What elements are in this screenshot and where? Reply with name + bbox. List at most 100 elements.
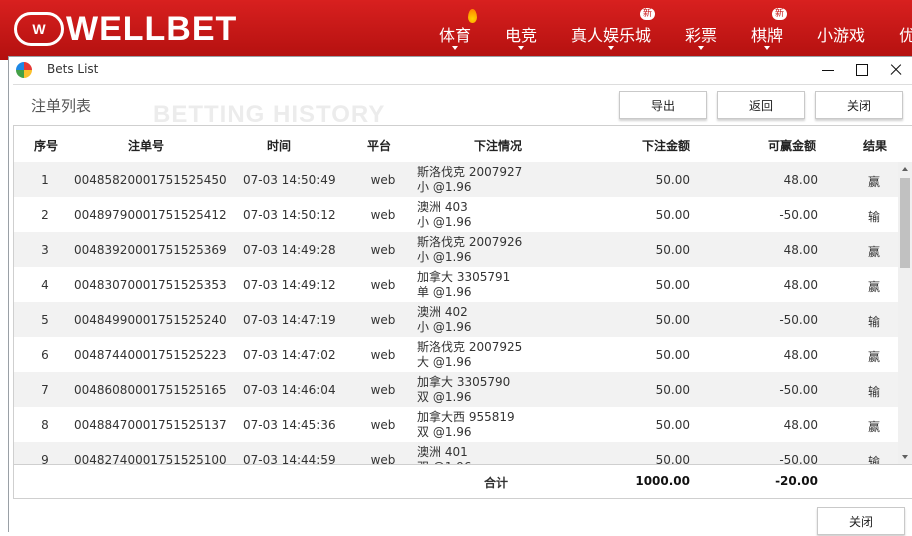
col-amount: 下注金额: [642, 139, 691, 153]
cell-result: 赢: [867, 175, 880, 189]
nav-live-casino[interactable]: 真人娱乐城 新: [571, 8, 656, 50]
cell-platform: web: [370, 243, 396, 257]
scroll-up-icon[interactable]: [902, 167, 908, 171]
cell-result: 赢: [867, 350, 880, 364]
cell-bet-id: 00484990001751525240: [74, 313, 227, 327]
app-color-wheel-icon: [16, 62, 32, 78]
total-label: 合计: [484, 476, 509, 490]
bets-table: 序号 注单号 时间 平台 下注情况 下注金额 可赢金额 结果 1 00485820…: [13, 125, 912, 499]
cell-detail: 澳洲 402 小 @1.96: [417, 305, 472, 335]
cell-amount: 50.00: [655, 383, 690, 397]
table-row[interactable]: 8 00488470001751525137 07-03 14:45:36 web 50…: [14, 407, 898, 442]
scroll-thumb[interactable]: [900, 178, 910, 268]
nav-mini-games[interactable]: 小游戏: [817, 22, 865, 46]
cell-detail: 斯洛伐克 2007925 大 @1.96: [417, 340, 522, 370]
minimize-icon[interactable]: [813, 59, 843, 81]
table-row[interactable]: 6 00487440001751525223 07-03 14:47:02 web 50…: [14, 337, 898, 372]
nav-label: 小游戏: [817, 26, 866, 45]
nav-label: 真人娱乐城: [571, 26, 652, 45]
bets-list-window: Bets List 注单列表 BETTING HISTORY 导出 返回 关闭 …: [8, 56, 912, 535]
table-body[interactable]: 1 00485820001751525450 07-03 14:50:49 web 50…: [14, 162, 898, 464]
close-button[interactable]: 关闭: [815, 91, 903, 119]
detail-event: 加拿大 3305791: [417, 270, 511, 284]
cell-time: 07-03 14:45:36: [243, 418, 336, 432]
scroll-down-icon[interactable]: [902, 455, 908, 459]
cell-no: 9: [41, 453, 49, 464]
cell-time: 07-03 14:47:02: [243, 348, 336, 362]
table-row[interactable]: 4 00483070001751525353 07-03 14:49:12 web 50…: [14, 267, 898, 302]
chevron-down-icon: [452, 46, 458, 50]
bottom-close-button[interactable]: 关闭: [817, 507, 905, 535]
cell-no: 5: [41, 313, 49, 327]
table-row[interactable]: 9 00482740001751525100 07-03 14:44:59 web 50…: [14, 442, 898, 464]
detail-event: 澳洲 401: [417, 445, 468, 459]
detail-event: 加拿大西 955819: [417, 410, 515, 424]
nav-label: 电竞: [505, 26, 538, 45]
col-bet-id: 注单号: [128, 139, 165, 153]
cell-result: 赢: [867, 280, 880, 294]
col-platform: 平台: [367, 139, 392, 153]
cell-time: 07-03 14:50:49: [243, 173, 336, 187]
vertical-scrollbar[interactable]: [898, 162, 912, 464]
cell-bet-id: 00485820001751525450: [74, 173, 227, 187]
chevron-down-icon: [608, 46, 614, 50]
chevron-down-icon: [518, 46, 524, 50]
cell-amount: 50.00: [655, 418, 690, 432]
cell-amount: 50.00: [655, 278, 690, 292]
nav-esports[interactable]: 电竞: [505, 22, 538, 50]
detail-event: 澳洲 403: [417, 200, 468, 214]
cell-no: 2: [41, 208, 49, 222]
cell-no: 8: [41, 418, 49, 432]
cell-win: -50.00: [779, 313, 818, 327]
close-icon[interactable]: [881, 59, 911, 81]
cell-win: 48.00: [783, 348, 818, 362]
detail-pick: 小 @1.96: [417, 215, 472, 229]
cell-time: 07-03 14:49:28: [243, 243, 336, 257]
table-header: 序号 注单号 时间 平台 下注情况 下注金额 可赢金额 结果: [14, 126, 912, 162]
cell-time: 07-03 14:47:19: [243, 313, 336, 327]
detail-event: 斯洛伐克 2007925: [417, 340, 523, 354]
cell-detail: 加拿大 3305791 单 @1.96: [417, 270, 510, 300]
detail-event: 加拿大 3305790: [417, 375, 511, 389]
cell-bet-id: 00482740001751525100: [74, 453, 227, 464]
cell-amount: 50.00: [655, 208, 690, 222]
cell-platform: web: [370, 208, 396, 222]
col-no: 序号: [34, 139, 59, 153]
table-row[interactable]: 1 00485820001751525450 07-03 14:50:49 web 50…: [14, 162, 898, 197]
cell-no: 3: [41, 243, 49, 257]
total-win: -20.00: [775, 474, 818, 488]
table-row[interactable]: 5 00484990001751525240 07-03 14:47:19 web 50…: [14, 302, 898, 337]
table-footer: 合计 1000.00 -20.00: [14, 464, 912, 499]
nav-sports[interactable]: 体育: [439, 9, 478, 50]
maximize-icon[interactable]: [847, 59, 877, 81]
nav-chess-cards[interactable]: 棋牌 新: [751, 8, 788, 50]
table-row[interactable]: 3 00483920001751525369 07-03 14:49:28 web 50…: [14, 232, 898, 267]
cell-bet-id: 00486080001751525165: [74, 383, 227, 397]
detail-event: 澳洲 402: [417, 305, 468, 319]
detail-pick: 双 @1.96: [417, 390, 472, 404]
cell-result: 输: [867, 385, 880, 399]
flame-icon: [468, 9, 478, 23]
chevron-down-icon: [764, 46, 770, 50]
table-row[interactable]: 7 00486080001751525165 07-03 14:46:04 web 50…: [14, 372, 898, 407]
new-badge: 新: [640, 8, 656, 20]
total-amount: 1000.00: [635, 474, 690, 488]
col-win: 可赢金额: [768, 139, 817, 153]
cell-bet-id: 00487440001751525223: [74, 348, 227, 362]
cell-bet-id: 00489790001751525412: [74, 208, 227, 222]
back-button[interactable]: 返回: [717, 91, 805, 119]
main-nav: 体育 电竞 真人娱乐城 新 彩票 棋牌 新 小游戏 优: [0, 8, 912, 50]
nav-promotions[interactable]: 优: [899, 22, 912, 46]
nav-label: 体育: [439, 26, 472, 45]
window-titlebar[interactable]: Bets List: [9, 57, 912, 83]
cell-no: 1: [41, 173, 49, 187]
cell-no: 4: [41, 278, 49, 292]
nav-lottery[interactable]: 彩票: [685, 22, 717, 50]
cell-amount: 50.00: [655, 313, 690, 327]
cell-result: 赢: [867, 245, 880, 259]
export-button[interactable]: 导出: [619, 91, 707, 119]
cell-bet-id: 00483920001751525369: [74, 243, 227, 257]
detail-pick: 小 @1.96: [417, 250, 472, 264]
table-row[interactable]: 2 00489790001751525412 07-03 14:50:12 web 50…: [14, 197, 898, 232]
cell-bet-id: 00488470001751525137: [74, 418, 227, 432]
